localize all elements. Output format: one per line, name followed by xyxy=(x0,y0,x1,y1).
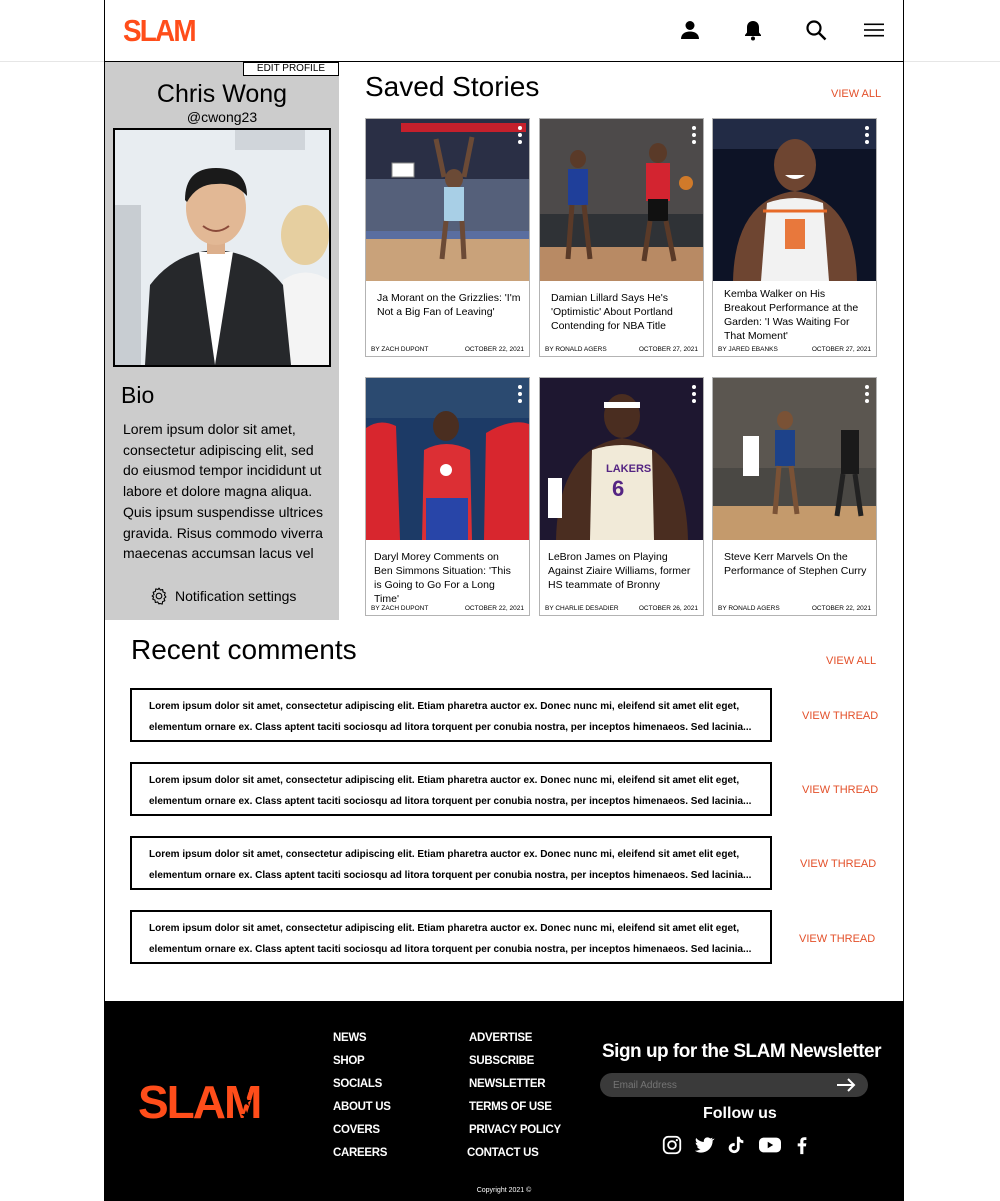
profile-name: Chris Wong xyxy=(156,80,288,108)
story-title: Damian Lillard Says He's 'Optimistic' Ab… xyxy=(551,292,673,332)
saved-stories-heading: Saved Stories xyxy=(365,71,540,102)
story-image xyxy=(713,378,876,540)
story-title: Daryl Morey Comments on Ben Simmons Situ… xyxy=(374,551,511,605)
story-date: OCTOBER 22, 2021 xyxy=(464,605,524,612)
story-title: Kemba Walker on His Breakout Performance… xyxy=(724,288,859,342)
gear-icon xyxy=(151,587,167,605)
view-thread-link[interactable]: VIEW THREAD xyxy=(802,710,878,722)
bio-heading: Bio xyxy=(121,382,155,408)
story-date: OCTOBER 26, 2021 xyxy=(638,605,698,612)
story-card[interactable]: Steve Kerr Marvels On the Performance of… xyxy=(712,377,877,616)
comment-box[interactable]: Lorem ipsum dolor sit amet, consectetur … xyxy=(130,836,772,890)
menu-icon[interactable] xyxy=(862,18,886,42)
story-date: OCTOBER 22, 2021 xyxy=(464,346,524,353)
story-image xyxy=(366,119,529,281)
story-title: Ja Morant on the Grizzlies: 'I'm Not a B… xyxy=(377,292,521,318)
twitter-icon[interactable] xyxy=(693,1134,715,1156)
story-image xyxy=(540,119,703,281)
comment-box[interactable]: Lorem ipsum dolor sit amet, consectetur … xyxy=(130,688,772,742)
edit-profile-button[interactable]: EDIT PROFILE xyxy=(243,62,339,76)
story-image xyxy=(366,378,529,540)
story-author: BY ZACH DUPONT xyxy=(371,346,429,353)
story-title: Steve Kerr Marvels On the Performance of… xyxy=(724,551,867,577)
story-date: OCTOBER 22, 2021 xyxy=(811,605,871,612)
view-thread-link[interactable]: VIEW THREAD xyxy=(800,858,876,870)
footer-link-careers[interactable]: CAREERS xyxy=(333,1147,387,1159)
tiktok-icon[interactable] xyxy=(725,1134,747,1156)
view-thread-link[interactable]: VIEW THREAD xyxy=(802,784,878,796)
svg-text:6: 6 xyxy=(612,476,624,501)
recent-comments-heading: Recent comments xyxy=(131,634,357,665)
bell-icon[interactable] xyxy=(741,18,765,42)
story-title: LeBron James on Playing Against Ziaire W… xyxy=(548,551,691,591)
footer-link-subscribe[interactable]: SUBSCRIBE xyxy=(469,1055,534,1067)
story-date: OCTOBER 27, 2021 xyxy=(811,346,871,353)
footer-link-terms[interactable]: TERMS OF USE xyxy=(469,1101,552,1113)
footer-link-contact[interactable]: CONTACT US xyxy=(467,1147,539,1159)
copyright-text: Copyright 2021 © xyxy=(476,1187,532,1194)
footer-link-shop[interactable]: SHOP xyxy=(333,1055,365,1067)
more-options-icon[interactable] xyxy=(865,126,869,144)
site-header: SLAM xyxy=(105,0,903,62)
story-image: LAKERS 6 xyxy=(540,378,703,540)
footer-link-socials[interactable]: SOCIALS xyxy=(333,1078,382,1090)
facebook-icon[interactable] xyxy=(791,1134,813,1156)
follow-us-heading: Follow us xyxy=(703,1105,777,1122)
notification-settings-label: Notification settings xyxy=(175,588,297,604)
story-author: BY RONALD AGERS xyxy=(545,346,607,353)
story-author: BY JARED EBANKS xyxy=(718,346,778,353)
youtube-icon[interactable] xyxy=(757,1134,783,1156)
search-icon[interactable] xyxy=(804,18,828,42)
comment-box[interactable]: Lorem ipsum dolor sit amet, consectetur … xyxy=(130,762,772,816)
profile-handle: @cwong23 xyxy=(186,109,258,125)
story-card[interactable]: Daryl Morey Comments on Ben Simmons Situ… xyxy=(365,377,530,616)
slam-logo[interactable]: SLAM xyxy=(123,14,197,48)
footer-link-about[interactable]: ABOUT US xyxy=(333,1101,391,1113)
user-icon[interactable] xyxy=(678,18,702,42)
instagram-icon[interactable] xyxy=(661,1134,683,1156)
newsletter-heading: Sign up for the SLAM Newsletter xyxy=(602,1041,882,1062)
story-author: BY ZACH DUPONT xyxy=(371,605,429,612)
story-date: OCTOBER 27, 2021 xyxy=(638,346,698,353)
saved-view-all-link[interactable]: VIEW ALL xyxy=(831,88,881,100)
footer-link-privacy[interactable]: PRIVACY POLICY xyxy=(469,1124,561,1136)
more-options-icon[interactable] xyxy=(865,385,869,403)
story-author: BY RONALD AGERS xyxy=(718,605,780,612)
footer-link-news[interactable]: NEWS xyxy=(333,1032,367,1044)
view-thread-link[interactable]: VIEW THREAD xyxy=(799,933,875,945)
story-image xyxy=(713,119,876,281)
more-options-icon[interactable] xyxy=(692,126,696,144)
profile-panel: EDIT PROFILE Chris Wong @cwong23 Bio Lor… xyxy=(105,62,339,620)
footer-link-covers[interactable]: COVERS xyxy=(333,1124,380,1136)
page: SLAM EDIT PROFILE Chris Wong @cwong23 Bi… xyxy=(0,0,1000,1201)
site-footer: SLAM NEWS SHOP SOCIALS ABOUT US COVERS C… xyxy=(105,1001,903,1201)
footer-link-newsletter[interactable]: NEWSLETTER xyxy=(469,1078,546,1090)
svg-text:LAKERS: LAKERS xyxy=(606,463,651,475)
comments-view-all-link[interactable]: VIEW ALL xyxy=(826,655,876,667)
star-icon xyxy=(241,1082,251,1120)
more-options-icon[interactable] xyxy=(692,385,696,403)
story-author: BY CHARLIE DESADIER xyxy=(545,605,619,612)
bio-text: Lorem ipsum dolor sit amet, consectetur … xyxy=(123,421,323,562)
notification-settings-link[interactable]: Notification settings xyxy=(149,586,296,606)
profile-photo xyxy=(113,128,331,367)
footer-link-advertise[interactable]: ADVERTISE xyxy=(469,1032,532,1044)
more-options-icon[interactable] xyxy=(518,385,522,403)
arrow-right-icon[interactable] xyxy=(835,1076,857,1094)
more-options-icon[interactable] xyxy=(518,126,522,144)
story-card[interactable]: Kemba Walker on His Breakout Performance… xyxy=(712,118,877,357)
story-card[interactable]: Ja Morant on the Grizzlies: 'I'm Not a B… xyxy=(365,118,530,357)
story-card[interactable]: LAKERS 6 LeBron James on Playing Against … xyxy=(539,377,704,616)
story-card[interactable]: Damian Lillard Says He's 'Optimistic' Ab… xyxy=(539,118,704,357)
email-input[interactable] xyxy=(600,1073,868,1097)
comment-box[interactable]: Lorem ipsum dolor sit amet, consectetur … xyxy=(130,910,772,964)
